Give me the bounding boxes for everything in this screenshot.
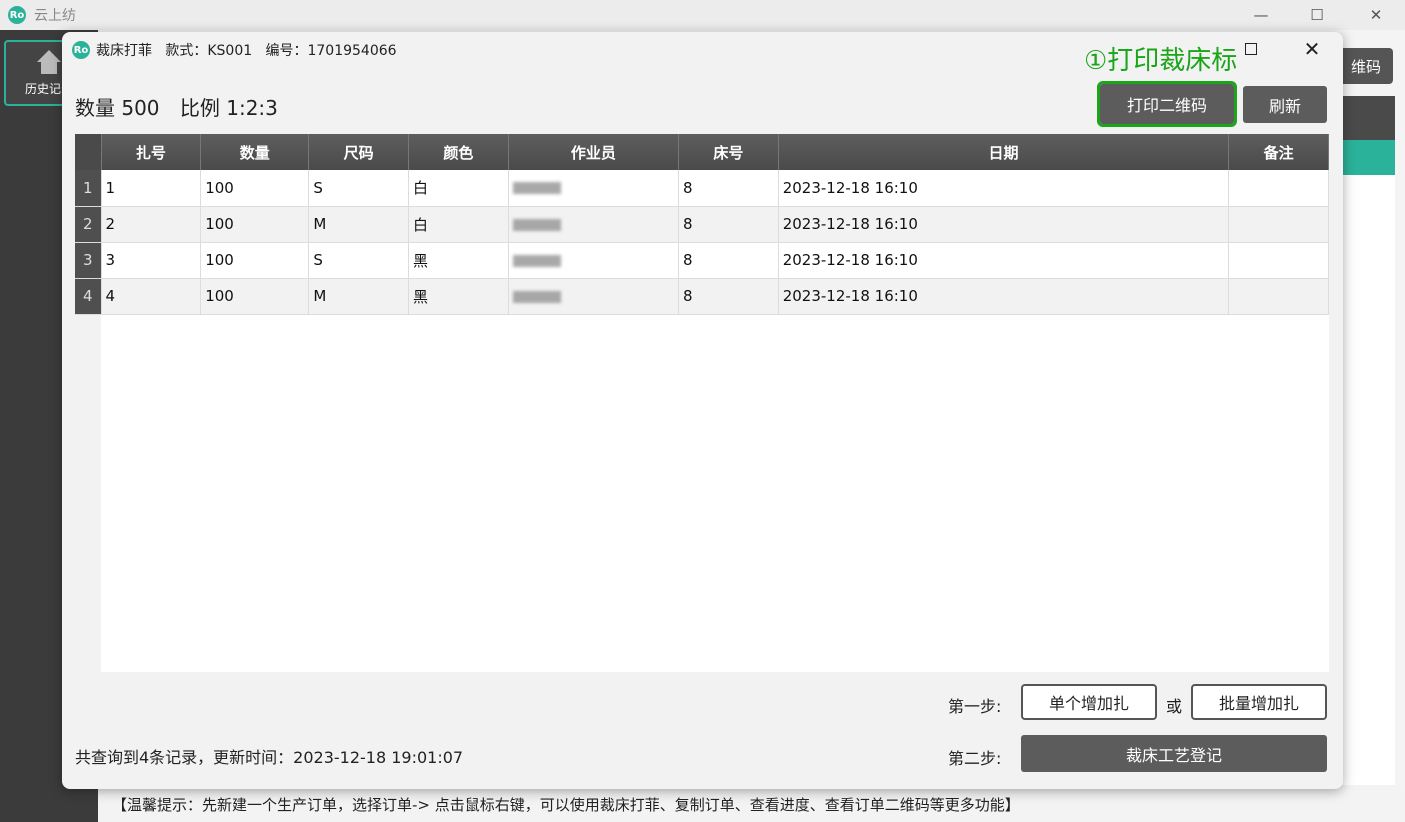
row-number[interactable]: 1 xyxy=(75,170,102,207)
dialog-maximize-button[interactable] xyxy=(1245,43,1257,55)
cell-bed[interactable]: 8 xyxy=(678,206,779,243)
cell-bundle[interactable]: 2 xyxy=(101,206,202,243)
bg-table-header xyxy=(1338,96,1395,140)
table-header-row: 扎号 数量 尺码 颜色 作业员 床号 日期 备注 xyxy=(75,134,1329,170)
redacted-operator xyxy=(512,218,561,231)
print-qr-button[interactable]: 打印二维码 xyxy=(1097,81,1237,127)
cell-operator[interactable] xyxy=(508,206,680,243)
row-number[interactable]: 4 xyxy=(75,278,102,315)
cell-date[interactable]: 2023-12-18 16:10 xyxy=(778,170,1230,207)
cell-bed[interactable]: 8 xyxy=(678,278,779,315)
app-logo: Ro xyxy=(8,6,26,24)
cell-qty[interactable]: 100 xyxy=(200,242,310,279)
row-number[interactable]: 3 xyxy=(75,242,102,279)
cell-bundle[interactable]: 1 xyxy=(101,170,202,207)
bg-qr-button[interactable]: 维码 xyxy=(1338,48,1393,84)
redacted-operator xyxy=(512,290,561,303)
column-header[interactable]: 作业员 xyxy=(508,134,680,170)
cell-size[interactable]: M xyxy=(308,206,409,243)
summary: 数量 500 比例 1:2:3 xyxy=(75,92,292,121)
bundle-table: 扎号 数量 尺码 颜色 作业员 床号 日期 备注 1 1 100 S 白 8 2… xyxy=(75,134,1329,672)
main-window-title: 云上纺 xyxy=(34,8,76,24)
tip-bar: 【温馨提示：先新建一个生产订单，选择订单-> 点击鼠标右键，可以使用裁床打菲、复… xyxy=(98,785,1405,822)
cell-size[interactable]: S xyxy=(308,170,409,207)
cell-date[interactable]: 2023-12-18 16:10 xyxy=(778,278,1230,315)
corner-cell[interactable] xyxy=(75,134,102,170)
dialog-title: 裁床打菲 款式：KS001 编号：1701954066 xyxy=(96,43,397,59)
cutting-dialog: Ro 裁床打菲 款式：KS001 编号：1701954066 ①打印裁床标 ✕ … xyxy=(62,32,1343,789)
table-row[interactable]: 1 1 100 S 白 8 2023-12-18 16:10 xyxy=(75,170,1329,207)
cell-date[interactable]: 2023-12-18 16:10 xyxy=(778,242,1230,279)
bg-table-body xyxy=(1338,175,1395,785)
main-titlebar: Ro 云上纺 — ☐ ✕ xyxy=(0,0,1405,30)
cell-note[interactable] xyxy=(1228,170,1329,207)
close-button[interactable]: ✕ xyxy=(1361,3,1391,27)
row-number[interactable]: 2 xyxy=(75,206,102,243)
step2-label: 第二步: xyxy=(948,749,1002,768)
table-row[interactable]: 3 3 100 S 黑 8 2023-12-18 16:10 xyxy=(75,242,1329,279)
column-header[interactable]: 数量 xyxy=(200,134,310,170)
home-icon xyxy=(36,50,62,76)
cell-qty[interactable]: 100 xyxy=(200,170,310,207)
single-add-button[interactable]: 单个增加扎 xyxy=(1021,684,1157,720)
cell-size[interactable]: S xyxy=(308,242,409,279)
cell-date[interactable]: 2023-12-18 16:10 xyxy=(778,206,1230,243)
cell-qty[interactable]: 100 xyxy=(200,206,310,243)
or-label: 或 xyxy=(1166,697,1183,716)
register-button[interactable]: 裁床工艺登记 xyxy=(1021,735,1327,772)
record-info: 共查询到4条记录，更新时间：2023-12-18 19:01:07 xyxy=(75,748,464,767)
bg-selected-row[interactable] xyxy=(1338,140,1395,175)
redacted-operator xyxy=(512,182,561,195)
cell-bed[interactable]: 8 xyxy=(678,170,779,207)
column-header[interactable]: 尺码 xyxy=(308,134,409,170)
cell-color[interactable]: 白 xyxy=(408,206,509,243)
maximize-button[interactable]: ☐ xyxy=(1302,3,1332,27)
dialog-logo: Ro xyxy=(72,41,90,59)
column-header[interactable]: 颜色 xyxy=(408,134,509,170)
cell-operator[interactable] xyxy=(508,242,680,279)
column-header[interactable]: 备注 xyxy=(1228,134,1329,170)
cell-qty[interactable]: 100 xyxy=(200,278,310,315)
batch-add-button[interactable]: 批量增加扎 xyxy=(1191,684,1327,720)
cell-operator[interactable] xyxy=(508,278,680,315)
cell-bundle[interactable]: 3 xyxy=(101,242,202,279)
column-header[interactable]: 床号 xyxy=(678,134,779,170)
ratio-summary: 比例 1:2:3 xyxy=(179,96,278,120)
column-header[interactable]: 日期 xyxy=(778,134,1230,170)
cell-bundle[interactable]: 4 xyxy=(101,278,202,315)
step1-label: 第一步: xyxy=(948,697,1002,716)
cell-color[interactable]: 黑 xyxy=(408,242,509,279)
redacted-operator xyxy=(512,254,561,267)
cell-note[interactable] xyxy=(1228,242,1329,279)
table-row[interactable]: 2 2 100 M 白 8 2023-12-18 16:10 xyxy=(75,206,1329,243)
annotation-label: ①打印裁床标 xyxy=(1084,46,1238,76)
cell-note[interactable] xyxy=(1228,278,1329,315)
cell-color[interactable]: 黑 xyxy=(408,278,509,315)
cell-bed[interactable]: 8 xyxy=(678,242,779,279)
quantity-summary: 数量 500 xyxy=(75,96,160,120)
dialog-close-button[interactable]: ✕ xyxy=(1300,36,1324,62)
cell-color[interactable]: 白 xyxy=(408,170,509,207)
cell-operator[interactable] xyxy=(508,170,680,207)
refresh-button[interactable]: 刷新 xyxy=(1243,86,1327,123)
minimize-button[interactable]: — xyxy=(1246,3,1276,27)
column-header[interactable]: 扎号 xyxy=(101,134,202,170)
cell-note[interactable] xyxy=(1228,206,1329,243)
table-row[interactable]: 4 4 100 M 黑 8 2023-12-18 16:10 xyxy=(75,278,1329,315)
cell-size[interactable]: M xyxy=(308,278,409,315)
